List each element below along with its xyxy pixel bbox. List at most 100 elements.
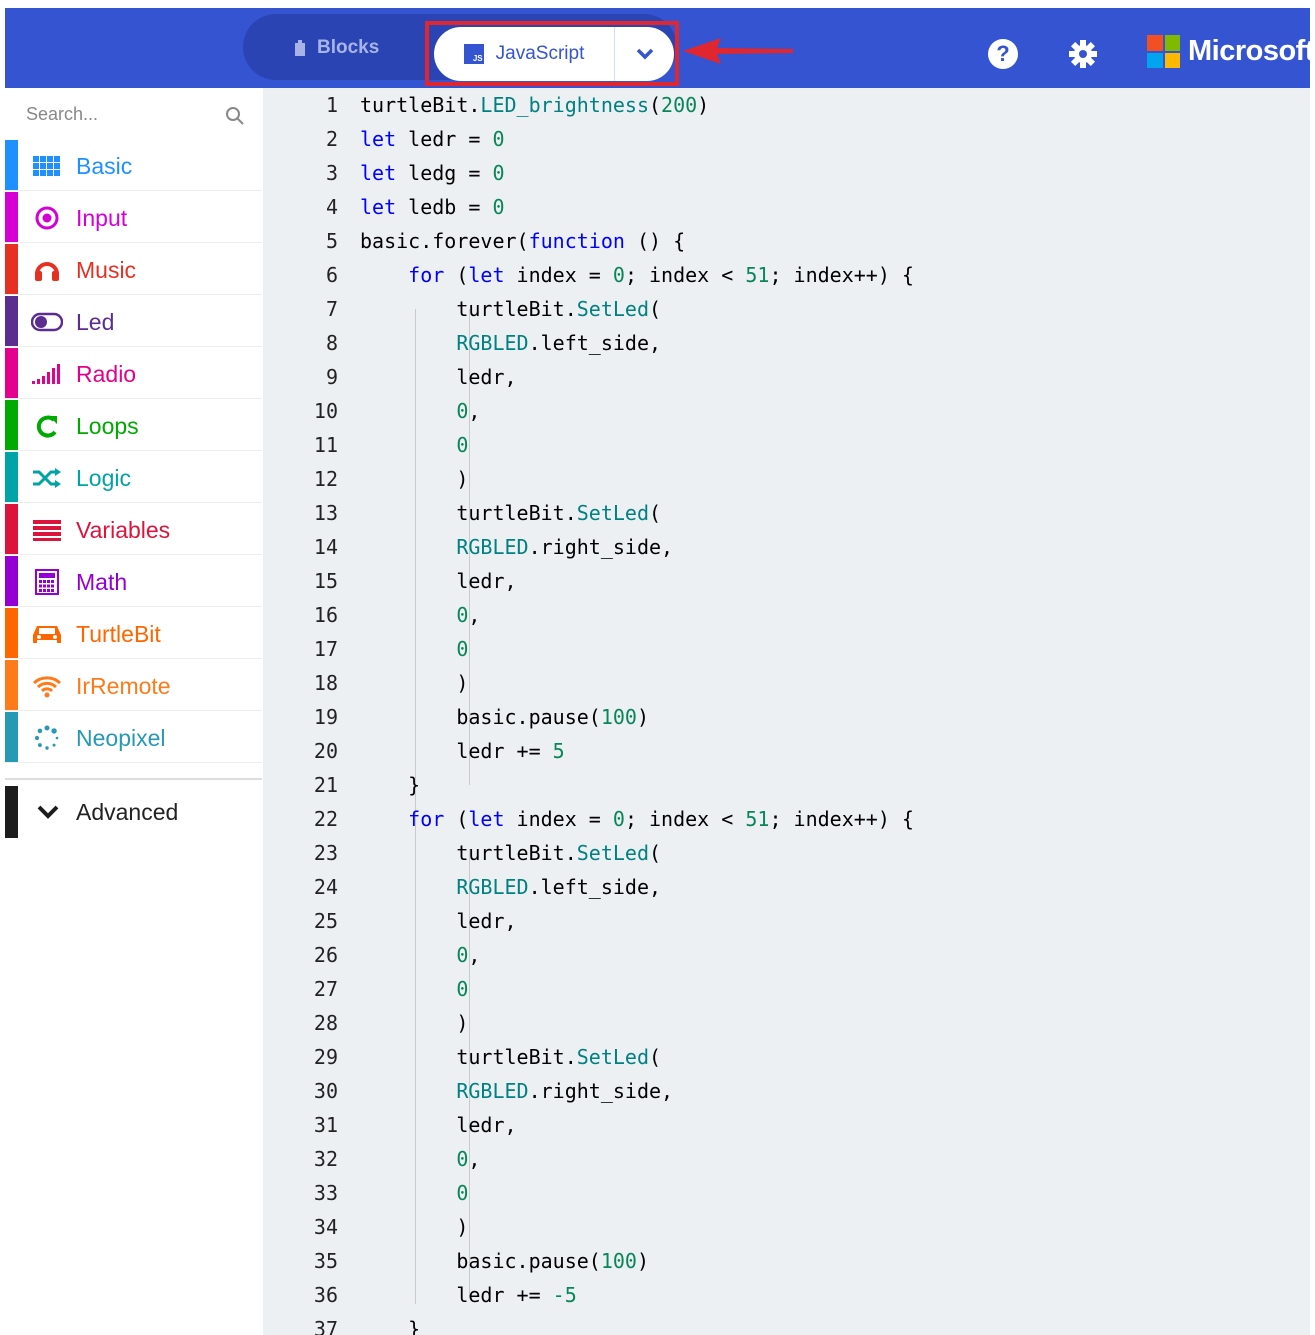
code-line[interactable]: 10 0, bbox=[263, 394, 1310, 428]
code-line[interactable]: 28 ) bbox=[263, 1006, 1310, 1040]
code-line[interactable]: 17 0 bbox=[263, 632, 1310, 666]
code-editor[interactable]: 1 turtleBit.LED_brightness(200) 2 let ledr … bbox=[263, 88, 1310, 1335]
code-line[interactable]: 19 basic.pause(100) bbox=[263, 700, 1310, 734]
line-number: 36 bbox=[313, 1283, 338, 1307]
microsoft-brand[interactable]: Microsoft bbox=[1147, 35, 1315, 68]
code-line[interactable]: 31 ledr, bbox=[263, 1108, 1310, 1142]
code-token: , bbox=[468, 603, 481, 627]
code-token: ) bbox=[360, 1011, 469, 1035]
category-math[interactable]: Math bbox=[5, 556, 262, 607]
code-line[interactable]: 7 turtleBit.SetLed( bbox=[263, 292, 1310, 326]
code-token: let bbox=[360, 195, 397, 219]
code-token: 0 bbox=[456, 1181, 469, 1205]
line-number: 8 bbox=[325, 331, 338, 355]
line-number: 5 bbox=[325, 229, 338, 253]
advanced-category[interactable]: Advanced bbox=[5, 778, 262, 838]
line-number: 1 bbox=[325, 93, 338, 117]
help-icon[interactable]: ? bbox=[988, 39, 1018, 69]
category-label: Basic bbox=[76, 153, 133, 179]
code-token: 0 bbox=[456, 433, 469, 457]
category-logic[interactable]: Logic bbox=[5, 452, 262, 503]
code-line[interactable]: 25 ledr, bbox=[263, 904, 1310, 938]
code-token: turtleBit. bbox=[360, 841, 577, 865]
category-led[interactable]: Led bbox=[5, 296, 262, 347]
category-variables[interactable]: Variables bbox=[5, 504, 262, 555]
code-token: } bbox=[360, 1317, 421, 1335]
category-label: Led bbox=[76, 309, 115, 335]
gear-icon[interactable] bbox=[1068, 39, 1098, 69]
code-line[interactable]: 23 turtleBit.SetLed( bbox=[263, 836, 1310, 870]
code-line[interactable]: 29 turtleBit.SetLed( bbox=[263, 1040, 1310, 1074]
code-token: ; index++) { bbox=[769, 263, 914, 287]
code-line[interactable]: 24 RGBLED.left_side, bbox=[263, 870, 1310, 904]
code-line[interactable]: 32 0, bbox=[263, 1142, 1310, 1176]
code-line[interactable]: 33 0 bbox=[263, 1176, 1310, 1210]
code-line[interactable]: 21 } bbox=[263, 768, 1310, 802]
code-line[interactable]: 18 ) bbox=[263, 666, 1310, 700]
line-number: 6 bbox=[325, 263, 338, 287]
code-line[interactable]: 15 ledr, bbox=[263, 564, 1310, 598]
code-line[interactable]: 16 0, bbox=[263, 598, 1310, 632]
code-line[interactable]: 13 turtleBit.SetLed( bbox=[263, 496, 1310, 530]
line-number: 17 bbox=[313, 637, 338, 661]
code-line[interactable]: 30 RGBLED.right_side, bbox=[263, 1074, 1310, 1108]
code-token: let bbox=[360, 127, 397, 151]
category-radio[interactable]: Radio bbox=[5, 348, 262, 399]
code-line[interactable]: 34 ) bbox=[263, 1210, 1310, 1244]
category-label: Neopixel bbox=[76, 725, 166, 751]
line-number: 10 bbox=[313, 399, 338, 423]
code-line[interactable]: 6 for (let index = 0; index < 51; index+… bbox=[263, 258, 1310, 292]
code-line[interactable]: 35 basic.pause(100) bbox=[263, 1244, 1310, 1278]
code-line[interactable]: 37 } bbox=[263, 1312, 1310, 1335]
code-line[interactable]: 26 0, bbox=[263, 938, 1310, 972]
category-neopixel[interactable]: Neopixel bbox=[5, 712, 262, 763]
category-irremote[interactable]: IrRemote bbox=[5, 660, 262, 711]
code-line[interactable]: 36 ledr += -5 bbox=[263, 1278, 1310, 1312]
code-token: 0 bbox=[492, 127, 505, 151]
category-label: Loops bbox=[76, 413, 139, 439]
category-music[interactable]: Music bbox=[5, 244, 262, 295]
code-text: 0 bbox=[360, 1176, 468, 1210]
code-text: 0, bbox=[360, 394, 480, 428]
category-color-bar bbox=[5, 452, 18, 502]
code-line[interactable]: 1 turtleBit.LED_brightness(200) bbox=[263, 88, 1310, 122]
code-token: 0 bbox=[456, 399, 469, 423]
code-text: ) bbox=[360, 462, 468, 496]
code-token: 0 bbox=[456, 1147, 469, 1171]
code-text: ) bbox=[360, 666, 468, 700]
category-input[interactable]: Input bbox=[5, 192, 262, 243]
spinner-icon bbox=[31, 725, 63, 751]
code-text: for (let index = 0; index < 51; index++)… bbox=[360, 802, 914, 836]
code-line[interactable]: 12 ) bbox=[263, 462, 1310, 496]
line-number: 26 bbox=[313, 943, 338, 967]
code-line[interactable]: 5 basic.forever(function () { bbox=[263, 224, 1310, 258]
blocks-tab[interactable]: Blocks bbox=[293, 33, 379, 63]
code-line[interactable]: 9 ledr, bbox=[263, 360, 1310, 394]
search-input[interactable] bbox=[5, 88, 262, 140]
category-loops[interactable]: Loops bbox=[5, 400, 262, 451]
code-text: turtleBit.SetLed( bbox=[360, 292, 661, 326]
code-text: } bbox=[360, 1312, 420, 1335]
code-token: basic.forever( bbox=[360, 229, 529, 253]
code-token: ( bbox=[649, 1045, 662, 1069]
code-text: let ledr = 0 bbox=[360, 122, 505, 156]
code-line[interactable]: 2 let ledr = 0 bbox=[263, 122, 1310, 156]
code-line[interactable]: 14 RGBLED.right_side, bbox=[263, 530, 1310, 564]
code-token: index = bbox=[504, 807, 613, 831]
code-line[interactable]: 27 0 bbox=[263, 972, 1310, 1006]
code-line[interactable]: 4 let ledb = 0 bbox=[263, 190, 1310, 224]
code-line[interactable]: 11 0 bbox=[263, 428, 1310, 462]
code-token: RGBLED bbox=[456, 535, 529, 559]
category-basic[interactable]: Basic bbox=[5, 140, 262, 191]
code-line[interactable]: 22 for (let index = 0; index < 51; index… bbox=[263, 802, 1310, 836]
code-text: RGBLED.right_side, bbox=[360, 530, 673, 564]
code-line[interactable]: 3 let ledg = 0 bbox=[263, 156, 1310, 190]
code-line[interactable]: 20 ledr += 5 bbox=[263, 734, 1310, 768]
code-token: .left_side, bbox=[528, 875, 662, 899]
code-line[interactable]: 8 RGBLED.left_side, bbox=[263, 326, 1310, 360]
category-turtlebit[interactable]: TurtleBit bbox=[5, 608, 262, 659]
chevron-down-icon bbox=[37, 805, 59, 819]
